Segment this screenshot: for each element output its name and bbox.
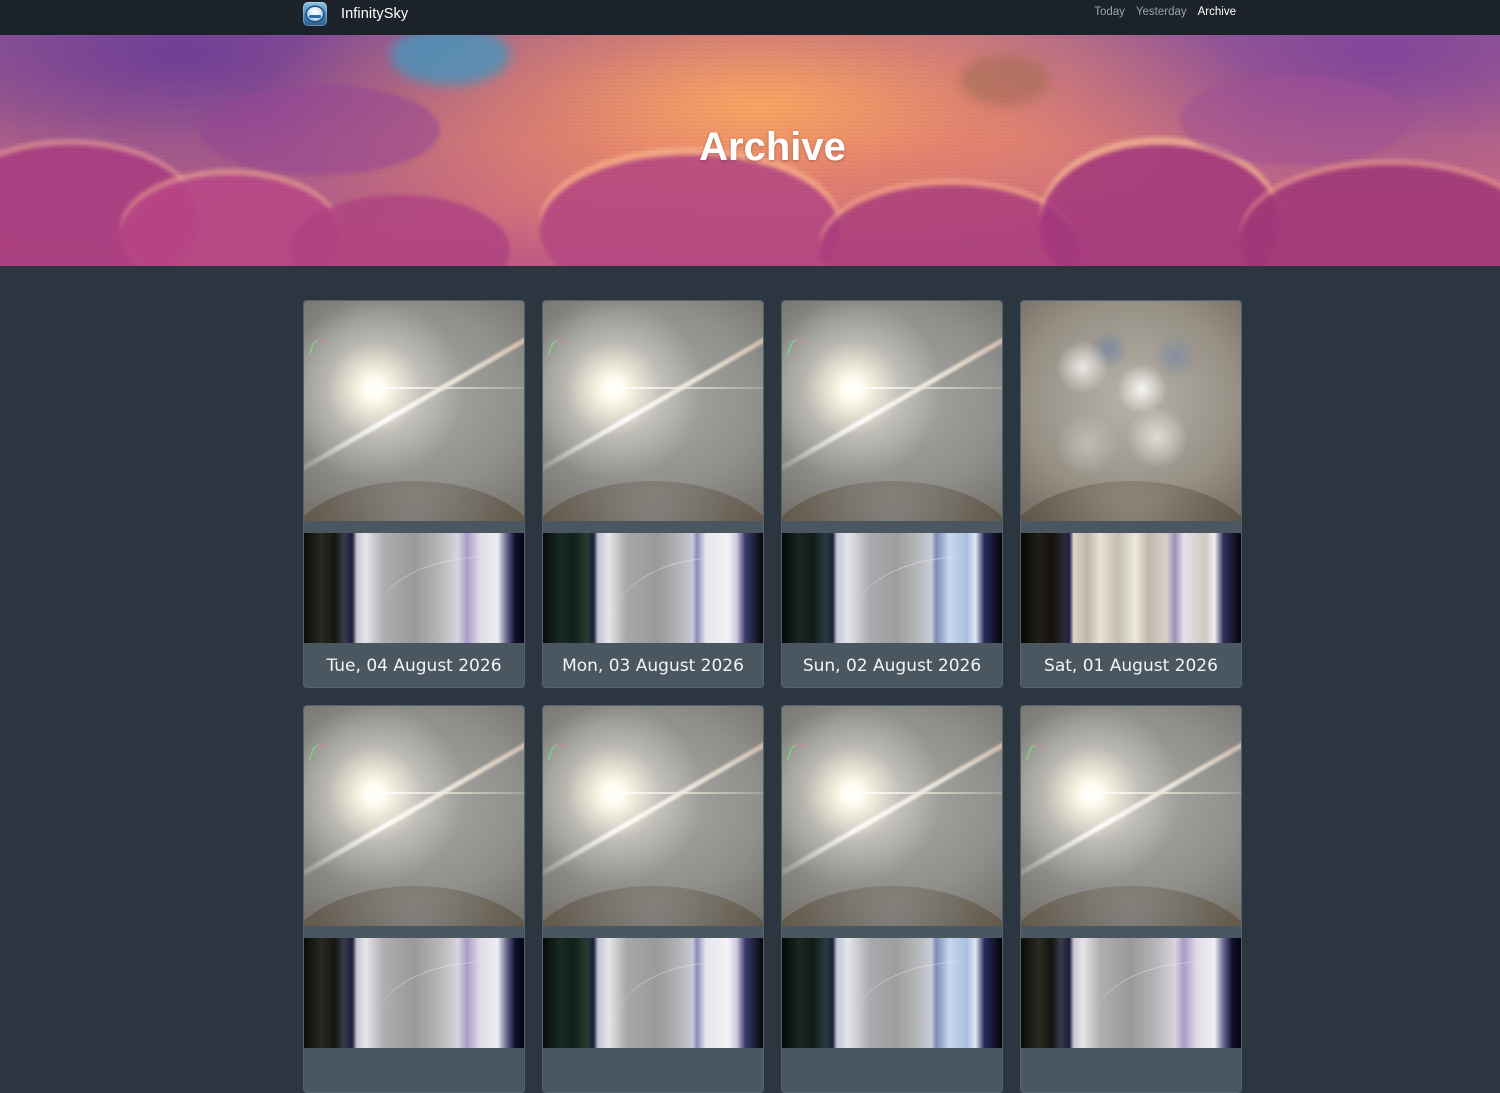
- keogram-image: [1021, 938, 1241, 1048]
- sky-photo: [543, 301, 763, 521]
- keogram-image: [782, 938, 1002, 1048]
- archive-day-card[interactable]: [303, 705, 525, 1093]
- archive-day-card[interactable]: [781, 705, 1003, 1093]
- keogram-image: [543, 533, 763, 643]
- sky-photo: [304, 706, 524, 926]
- card-date: Tue, 04 August 2026: [326, 656, 502, 676]
- hero-banner: Archive: [0, 35, 1500, 266]
- archive-day-card[interactable]: [542, 705, 764, 1093]
- archive-day-card[interactable]: Sun, 02 August 2026: [781, 300, 1003, 688]
- archive-grid: Tue, 04 August 2026 Mon, 03 August 2026 …: [303, 300, 1243, 1093]
- sky-photo: [1021, 706, 1241, 926]
- keogram-image: [782, 533, 1002, 643]
- nav-links: Today Yesterday Archive: [1094, 6, 1236, 18]
- sky-camera-logo-icon: [303, 2, 327, 26]
- nav-link-yesterday[interactable]: Yesterday: [1136, 6, 1187, 18]
- sky-photo: [543, 706, 763, 926]
- card-date: [543, 1049, 763, 1092]
- card-date: [304, 1049, 524, 1092]
- archive-day-card[interactable]: Sat, 01 August 2026: [1020, 300, 1242, 688]
- card-date: [1021, 1049, 1241, 1092]
- archive-day-card[interactable]: Tue, 04 August 2026: [303, 300, 525, 688]
- nav-link-today[interactable]: Today: [1094, 6, 1125, 18]
- sky-photo: [782, 706, 1002, 926]
- sky-photo: [304, 301, 524, 521]
- card-date: [782, 1049, 1002, 1092]
- archive-day-card[interactable]: Mon, 03 August 2026: [542, 300, 764, 688]
- brand-link[interactable]: InfinitySky: [303, 2, 408, 26]
- keogram-image: [1021, 533, 1241, 643]
- page-title: Archive: [699, 125, 846, 169]
- keogram-image: [304, 533, 524, 643]
- card-date: Sun, 02 August 2026: [802, 656, 982, 676]
- sky-photo: [1021, 301, 1241, 521]
- sky-photo: [782, 301, 1002, 521]
- card-date: Mon, 03 August 2026: [562, 656, 744, 676]
- keogram-image: [304, 938, 524, 1048]
- top-navbar: InfinitySky Today Yesterday Archive: [0, 0, 1500, 35]
- brand-name: InfinitySky: [341, 6, 409, 22]
- keogram-image: [543, 938, 763, 1048]
- card-date: Sat, 01 August 2026: [1044, 656, 1218, 676]
- nav-link-archive[interactable]: Archive: [1198, 6, 1236, 18]
- archive-day-card[interactable]: [1020, 705, 1242, 1093]
